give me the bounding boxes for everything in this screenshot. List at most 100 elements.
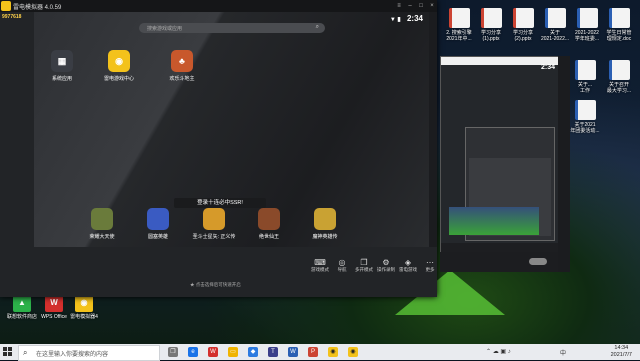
ime-indicator[interactable]: 中 <box>560 348 566 357</box>
toolbar-hint: ★ 点击选择后可快速开启 <box>190 282 241 287</box>
emulator-logo-icon <box>1 1 11 11</box>
maximize-icon[interactable]: □ <box>417 2 425 10</box>
toolbar-label: 导航 <box>337 267 347 272</box>
game-label: 魔神英雄传 <box>312 234 338 240</box>
status-clock: 2:34 <box>406 14 423 23</box>
nested-wallpaper <box>449 207 539 235</box>
app-tile[interactable]: ◉ 雷电游戏中心 <box>96 50 142 82</box>
account-id: 9977618 <box>2 14 22 20</box>
search-placeholder: 搜索游戏或应用 <box>147 26 183 32</box>
status-bar: ▼ ▮ 2:34 <box>390 14 423 23</box>
app-tile[interactable]: ♣ 欢乐斗地主 <box>159 50 205 82</box>
document-file-icon <box>608 60 630 80</box>
minimize-icon[interactable]: – <box>406 2 414 10</box>
app-label: 欢乐斗地主 <box>169 76 195 82</box>
document-icon[interactable]: 2. 搜索引擎 2021年中... <box>442 8 476 42</box>
emulator-window: 雷电模拟器 4.0.59 ≡ – □ × 9977618 ▼ ▮ 2:34 搜索… <box>0 0 437 297</box>
document-file-icon <box>608 8 630 28</box>
app-label: 雷电游戏中心 <box>103 76 134 82</box>
game-tile[interactable]: 圆塞英雄 <box>135 208 181 240</box>
nested-emulator-window[interactable]: 2:34 <box>440 56 560 254</box>
app-search-bar[interactable]: 搜索游戏或应用 ⌕ <box>139 23 325 33</box>
document-label: 2021-2022 学年班委... <box>574 30 600 42</box>
document-icon[interactable]: 关于召开 最大学习... <box>602 60 636 94</box>
nested-clock: 2:34 <box>540 64 555 71</box>
document-label: 学习分享 (2).pptx <box>512 30 533 42</box>
taskbar-search-placeholder: 在这里输入你要搜索的内容 <box>36 352 109 358</box>
game-icon <box>203 208 225 230</box>
document-icon[interactable]: 学生日常管 理规定.doc <box>602 8 636 42</box>
taskbar-search[interactable]: ⌕ 在这里输入你要搜索的内容 <box>18 345 160 361</box>
document-label: 学生日常管 理规定.doc <box>606 30 632 42</box>
game-label: 圣斗士星矢: 正义传 <box>192 234 236 240</box>
document-label: 2. 搜索引擎 2021年中... <box>446 30 472 42</box>
folder-icon[interactable]: ▭ <box>228 347 238 357</box>
emulator-titlebar[interactable]: 雷电模拟器 4.0.59 ≡ – □ × <box>0 0 437 12</box>
game-icon <box>314 208 336 230</box>
search-icon: ⌕ <box>23 348 28 357</box>
android-screen[interactable]: ▼ ▮ 2:34 搜索游戏或应用 ⌕ ▦ 系统应用 ◉ 雷电游戏中心 ♣ 欢乐斗地主 登录… <box>34 12 429 247</box>
document-file-icon <box>574 100 596 120</box>
document-file-icon <box>544 8 566 28</box>
nested-toolbar <box>440 252 565 272</box>
ldplayer-icon[interactable]: ◉ <box>328 347 338 357</box>
emulator-title: 雷电模拟器 4.0.59 <box>13 5 62 11</box>
word-icon[interactable]: W <box>288 347 298 357</box>
document-file-icon <box>448 8 470 28</box>
document-file-icon <box>480 8 502 28</box>
promo-toast[interactable]: 登录十连必中SSR! <box>174 198 266 208</box>
account-info: 9977618 <box>2 14 21 20</box>
game-tile[interactable]: 绝世仙王 <box>246 208 292 240</box>
app-label: 系统应用 <box>51 76 72 82</box>
game-tile[interactable]: 魔神英雄传 <box>302 208 348 240</box>
browser-icon[interactable]: e <box>188 347 198 357</box>
document-file-icon <box>512 8 534 28</box>
game-tile[interactable]: 荣耀大天使 <box>79 208 125 240</box>
game-label: 荣耀大天使 <box>89 234 115 240</box>
emulator-sidebar[interactable] <box>429 12 437 247</box>
game-icon <box>258 208 280 230</box>
task-view-icon[interactable]: ❐ <box>168 347 178 357</box>
desktop-icon-label: 雷电模拟器4 <box>70 314 98 320</box>
game-label: 圆塞英雄 <box>147 234 168 240</box>
app-icon: ◉ <box>108 50 130 72</box>
game-label: 绝世仙王 <box>258 234 279 240</box>
document-icon[interactable]: 关于 2021-2022... <box>538 8 572 42</box>
document-label: 关于 2021-2022... <box>540 30 570 42</box>
toolbar-label: 更多 <box>425 267 435 272</box>
app-icon: ♣ <box>171 50 193 72</box>
nested-action-button[interactable] <box>529 258 547 265</box>
game-icon <box>91 208 113 230</box>
document-icon[interactable]: 关于2021 年团委活动... <box>568 100 602 134</box>
document-icon[interactable]: 学习分享 (1).pptx <box>474 8 508 42</box>
windows-taskbar: ⌕ 在这里输入你要搜索的内容 ❐ e W ▭ ◆ T W P ◉ ◉ ⌃ ☁ ▣… <box>0 344 640 361</box>
document-label: 关于... 工作 <box>577 82 593 94</box>
document-file-icon <box>576 8 598 28</box>
ppt-icon[interactable]: P <box>308 347 318 357</box>
app-tile[interactable]: ▦ 系统应用 <box>39 50 85 82</box>
teams-icon[interactable]: T <box>268 347 278 357</box>
tray-icons[interactable]: ⌃ ☁ ▣ ♪ <box>486 348 511 355</box>
document-icon[interactable]: 2021-2022 学年班委... <box>570 8 604 42</box>
document-label: 学习分享 (1).pptx <box>480 30 501 42</box>
taskbar-date: 2021/7/7 <box>610 352 632 358</box>
document-icon[interactable]: 学习分享 (2).pptx <box>506 8 540 42</box>
menu-icon[interactable]: ≡ <box>395 2 403 10</box>
search-icon: ⌕ <box>315 24 319 30</box>
game-icon <box>147 208 169 230</box>
game-tile[interactable]: 圣斗士星矢: 正义传 <box>191 208 237 240</box>
document-icon[interactable]: 关于... 工作 <box>568 60 602 94</box>
wps-icon[interactable]: W <box>208 347 218 357</box>
nested-sidebar <box>558 56 570 272</box>
taskbar-time: 14:34 <box>614 345 629 351</box>
app-icon[interactable]: ◆ <box>248 347 258 357</box>
taskbar-clock[interactable]: 14:34 2021/7/7 <box>611 345 632 359</box>
ldplayer-multi-icon[interactable]: ◉ <box>348 347 358 357</box>
close-icon[interactable]: × <box>428 2 436 10</box>
document-label: 关于召开 最大学习... <box>606 82 632 94</box>
app-icon: ▦ <box>51 50 73 72</box>
start-button[interactable] <box>3 347 13 357</box>
document-file-icon <box>574 60 596 80</box>
signal-icon: ▼ ▮ <box>389 17 401 23</box>
document-label: 关于2021 年团委活动... <box>570 122 600 134</box>
